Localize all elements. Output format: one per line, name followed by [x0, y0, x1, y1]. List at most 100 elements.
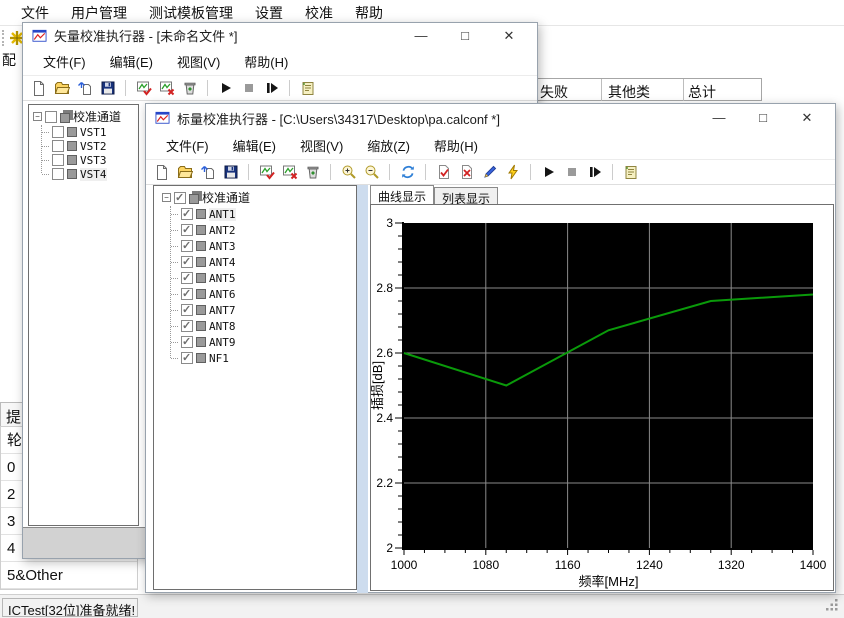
- maximize-button[interactable]: □: [443, 25, 487, 47]
- item-checkbox[interactable]: [181, 320, 193, 332]
- main-menu-item[interactable]: 用户管理: [60, 3, 138, 23]
- menu-item[interactable]: 帮助(H): [422, 136, 490, 155]
- lightning-icon[interactable]: [504, 164, 521, 180]
- chart-x-icon[interactable]: [158, 80, 175, 96]
- close-doc-icon[interactable]: [199, 164, 216, 180]
- menu-item[interactable]: 视图(V): [288, 136, 355, 155]
- new-doc-icon[interactable]: [153, 164, 170, 180]
- zoom-out-icon[interactable]: [363, 164, 380, 180]
- table-row[interactable]: 5&Other: [1, 562, 137, 589]
- zoom-in-icon[interactable]: [340, 164, 357, 180]
- report-icon[interactable]: [299, 80, 316, 96]
- stop-icon[interactable]: [240, 80, 257, 96]
- channel-icon: [196, 305, 206, 315]
- menu-item[interactable]: 缩放(Z): [355, 136, 422, 155]
- tree-item[interactable]: ANT8: [166, 318, 356, 334]
- tree-item[interactable]: ANT7: [166, 302, 356, 318]
- item-checkbox[interactable]: [181, 256, 193, 268]
- refresh-icon[interactable]: [399, 164, 416, 180]
- tree-item[interactable]: VST4: [37, 167, 138, 181]
- tree-item[interactable]: ANT4: [166, 254, 356, 270]
- item-checkbox[interactable]: [52, 154, 64, 166]
- window-title: 标量校准执行器 - [C:\Users\34317\Desktop\pa.cal…: [177, 109, 691, 128]
- root-checkbox[interactable]: [45, 111, 57, 123]
- item-checkbox[interactable]: [52, 140, 64, 152]
- item-checkbox[interactable]: [52, 126, 64, 138]
- pen-icon[interactable]: [481, 164, 498, 180]
- step-icon[interactable]: [263, 80, 280, 96]
- item-checkbox[interactable]: [52, 168, 64, 180]
- item-checkbox[interactable]: [181, 224, 193, 236]
- display-tabs: 曲线显示 列表显示: [370, 185, 498, 204]
- tree-item[interactable]: ANT3: [166, 238, 356, 254]
- chart-check-icon[interactable]: [258, 164, 275, 180]
- main-menu-item[interactable]: 帮助: [344, 3, 394, 23]
- item-checkbox[interactable]: [181, 288, 193, 300]
- open-folder-icon[interactable]: [53, 80, 70, 96]
- chart-x-icon[interactable]: [281, 164, 298, 180]
- resize-grip-icon[interactable]: [826, 599, 838, 614]
- save-icon[interactable]: [222, 164, 239, 180]
- tab-list-display[interactable]: 列表显示: [434, 187, 498, 204]
- item-checkbox[interactable]: [181, 352, 193, 364]
- menu-item[interactable]: 编辑(E): [221, 136, 288, 155]
- menu-item[interactable]: 文件(F): [31, 52, 98, 71]
- trash-icon[interactable]: [304, 164, 321, 180]
- stop-icon[interactable]: [563, 164, 580, 180]
- maximize-button[interactable]: □: [741, 107, 785, 129]
- report-icon[interactable]: [622, 164, 639, 180]
- toolbar-gripper[interactable]: [2, 30, 6, 46]
- tree-root[interactable]: − 校准通道: [33, 108, 138, 125]
- close-doc-icon[interactable]: [76, 80, 93, 96]
- minimize-button[interactable]: —: [697, 107, 741, 129]
- save-icon[interactable]: [99, 80, 116, 96]
- tree-item[interactable]: ANT6: [166, 286, 356, 302]
- play-icon[interactable]: [540, 164, 557, 180]
- tree-root-label: 校准通道: [202, 189, 250, 206]
- channel-icon: [196, 209, 206, 219]
- new-doc-icon[interactable]: [30, 80, 47, 96]
- tree-item[interactable]: ANT1: [166, 206, 356, 222]
- main-menu-item[interactable]: 设置: [244, 3, 294, 23]
- tree-item[interactable]: ANT9: [166, 334, 356, 350]
- vector-titlebar[interactable]: 矢量校准执行器 - [未命名文件 *] — □ ✕: [23, 23, 537, 48]
- main-menu-item[interactable]: 测试模板管理: [138, 3, 244, 23]
- collapse-icon[interactable]: −: [162, 193, 171, 202]
- item-checkbox[interactable]: [181, 304, 193, 316]
- panel-splitter[interactable]: [357, 185, 368, 593]
- chart-check-icon[interactable]: [135, 80, 152, 96]
- tab-curve-display[interactable]: 曲线显示: [370, 185, 434, 204]
- menu-item[interactable]: 编辑(E): [98, 52, 165, 71]
- main-menu-item[interactable]: 文件: [10, 3, 60, 23]
- menu-item[interactable]: 文件(F): [154, 136, 221, 155]
- close-button[interactable]: ✕: [785, 107, 829, 129]
- item-checkbox[interactable]: [181, 208, 193, 220]
- open-folder-icon[interactable]: [176, 164, 193, 180]
- menu-item[interactable]: 视图(V): [165, 52, 232, 71]
- svg-text:1240: 1240: [636, 558, 663, 572]
- channel-icon: [196, 241, 206, 251]
- doc-x-icon[interactable]: [458, 164, 475, 180]
- item-checkbox[interactable]: [181, 272, 193, 284]
- close-button[interactable]: ✕: [487, 25, 531, 47]
- main-menu-item[interactable]: 校准: [294, 3, 344, 23]
- doc-check-icon[interactable]: [435, 164, 452, 180]
- tree-item[interactable]: NF1: [166, 350, 356, 366]
- item-checkbox[interactable]: [181, 336, 193, 348]
- collapse-icon[interactable]: −: [33, 112, 42, 121]
- left-tab-partial[interactable]: 提: [0, 402, 24, 426]
- step-icon[interactable]: [586, 164, 603, 180]
- root-checkbox[interactable]: [174, 192, 186, 204]
- scalar-titlebar[interactable]: 标量校准执行器 - [C:\Users\34317\Desktop\pa.cal…: [146, 104, 835, 132]
- trash-icon[interactable]: [181, 80, 198, 96]
- tree-item[interactable]: VST3: [37, 153, 138, 167]
- tree-item[interactable]: VST2: [37, 139, 138, 153]
- tree-item[interactable]: ANT5: [166, 270, 356, 286]
- tree-root[interactable]: − 校准通道: [162, 189, 356, 206]
- menu-item[interactable]: 帮助(H): [232, 52, 300, 71]
- tree-item[interactable]: ANT2: [166, 222, 356, 238]
- play-icon[interactable]: [217, 80, 234, 96]
- tree-item[interactable]: VST1: [37, 125, 138, 139]
- item-checkbox[interactable]: [181, 240, 193, 252]
- minimize-button[interactable]: —: [399, 25, 443, 47]
